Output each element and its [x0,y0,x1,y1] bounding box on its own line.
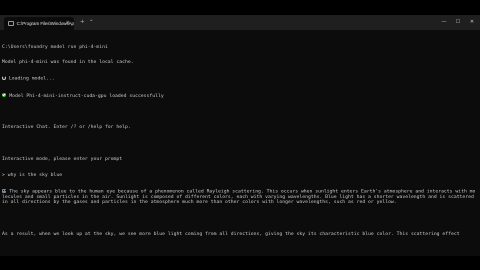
tab-active[interactable]: C:\Program Files\WindowsAp × [4,17,74,30]
response-text: The sky appears blue to the human eye be… [2,188,478,205]
prompt-line: > why is the sky blue [2,173,63,179]
close-button[interactable]: ✕ [465,18,479,26]
terminal-line: C:\Users\foundry model run phi-4-mini [2,44,108,50]
title-bar: C:\Program Files\WindowsAp × + ⌄ — ☐ ✕ [0,15,480,30]
terminal-line: Interactive mode, please enter your prom… [2,157,123,163]
new-tab-button[interactable]: + [80,18,85,26]
tab-close-button[interactable]: × [66,20,70,26]
terminal-output[interactable]: C:\Users\foundry model run phi-4-mini Mo… [2,34,478,254]
response-paragraph-2: As a result, when we look up at the sky,… [2,231,460,237]
loaded-text: Model Phi-4-mini-instruct-cuda-gpu loade… [6,93,164,99]
terminal-line: Interactive Chat. Enter /? or /help for … [2,125,131,131]
robot-icon [2,188,7,193]
minimize-button[interactable]: — [437,18,451,26]
terminal-window: C:\Program Files\WindowsAp × + ⌄ — ☐ ✕ C… [0,15,480,256]
terminal-line: Model phi-4-mini was found in the local … [2,60,134,66]
loading-text: Loading model... [6,76,55,82]
maximize-button[interactable]: ☐ [451,18,465,26]
response-paragraph-1: The sky appears blue to the human eye be… [2,189,477,205]
terminal-line: Model Phi-4-mini-instruct-cuda-gpu loade… [2,92,478,99]
tab-dropdown-button[interactable]: ⌄ [89,16,94,24]
terminal-line: Loading model... [2,76,478,82]
terminal-icon [8,21,14,26]
